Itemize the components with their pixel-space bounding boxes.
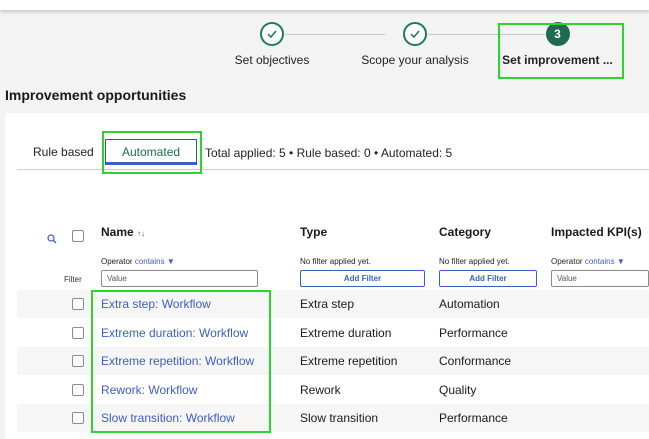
kpi-filter-input[interactable]: Value [551, 270, 649, 287]
table-row[interactable]: Extreme repetition: Workflow Extreme rep… [17, 347, 649, 375]
sort-icon[interactable]: ↑↓ [137, 229, 145, 238]
type-cell: Extreme duration [300, 326, 392, 340]
page-title: Improvement opportunities [5, 87, 187, 103]
column-header-name[interactable]: Name ↑↓ [101, 225, 145, 239]
row-checkbox[interactable] [72, 384, 84, 396]
tab-rule-based[interactable]: Rule based [33, 137, 94, 169]
step-label: Set improvement ... [502, 53, 613, 67]
table-row[interactable]: Slow transition: Workflow Slow transitio… [17, 404, 649, 432]
step-label: Set objectives [234, 53, 310, 67]
opportunity-name-link[interactable]: Slow transition: Workflow [101, 411, 235, 425]
select-all-checkbox[interactable] [72, 230, 84, 242]
page: Set objectives Scope your analysis 3 Set… [0, 0, 649, 439]
stepper: Set objectives Scope your analysis 3 Set… [0, 22, 649, 82]
caret-down-icon[interactable]: ▼ [617, 257, 625, 266]
category-cell: Quality [439, 383, 477, 397]
operator-label: Operator [551, 257, 583, 266]
column-header-label: Name [101, 225, 134, 239]
type-filter-note: No filter applied yet. [300, 257, 371, 266]
operator-label: Operator [101, 257, 133, 266]
filter-search-icon[interactable] [47, 231, 57, 249]
step-set-objectives[interactable]: Set objectives [222, 22, 322, 67]
top-bar [0, 0, 649, 10]
category-filter-note: No filter applied yet. [439, 257, 510, 266]
check-icon [260, 22, 284, 46]
row-checkbox[interactable] [72, 327, 84, 339]
opportunity-name-link[interactable]: Rework: Workflow [101, 383, 197, 397]
column-header-type[interactable]: Type [300, 225, 327, 239]
check-icon [403, 22, 427, 46]
filter-label: Filter [64, 275, 82, 284]
name-filter-input[interactable]: Value [101, 270, 258, 287]
operator-value[interactable]: contains [135, 257, 165, 266]
step-scope-analysis[interactable]: Scope your analysis [355, 22, 475, 67]
tab-divider [17, 169, 649, 170]
step-number: 3 [545, 22, 570, 46]
column-header-kpi[interactable]: Impacted KPI(s) [551, 225, 642, 239]
step-set-improvement[interactable]: 3 Set improvement ... [500, 22, 615, 67]
category-cell: Performance [439, 411, 508, 425]
category-cell: Performance [439, 326, 508, 340]
row-checkbox[interactable] [72, 298, 84, 310]
type-cell: Slow transition [300, 411, 379, 425]
type-cell: Rework [300, 383, 341, 397]
type-add-filter-button[interactable]: Add Filter [300, 270, 425, 287]
operator-selector[interactable]: Operator contains ▼ [101, 257, 175, 266]
category-cell: Automation [439, 297, 500, 311]
table-row[interactable]: Extreme duration: Workflow Extreme durat… [17, 319, 649, 347]
table-row[interactable]: Extra step: Workflow Extra step Automati… [17, 290, 649, 318]
column-header-category[interactable]: Category [439, 225, 491, 239]
operator-selector[interactable]: Operator contains ▼ [551, 257, 625, 266]
row-checkbox[interactable] [72, 412, 84, 424]
caret-down-icon[interactable]: ▼ [167, 257, 175, 266]
applied-summary: Total applied: 5 • Rule based: 0 • Autom… [205, 146, 453, 160]
type-cell: Extra step [300, 297, 355, 311]
table-row[interactable]: Rework: Workflow Rework Quality [17, 376, 649, 404]
category-add-filter-button[interactable]: Add Filter [439, 270, 537, 287]
opportunity-name-link[interactable]: Extreme duration: Workflow [101, 326, 248, 340]
category-cell: Conformance [439, 354, 512, 368]
row-checkbox[interactable] [72, 355, 84, 367]
opportunity-name-link[interactable]: Extra step: Workflow [101, 297, 211, 311]
type-cell: Extreme repetition [300, 354, 398, 368]
tab-automated[interactable]: Automated [105, 139, 198, 165]
step-label: Scope your analysis [361, 53, 469, 67]
tab-bar: Rule based Automated Total applied: 5 • … [17, 137, 649, 171]
operator-value[interactable]: contains [585, 257, 615, 266]
opportunity-name-link[interactable]: Extreme repetition: Workflow [101, 354, 254, 368]
